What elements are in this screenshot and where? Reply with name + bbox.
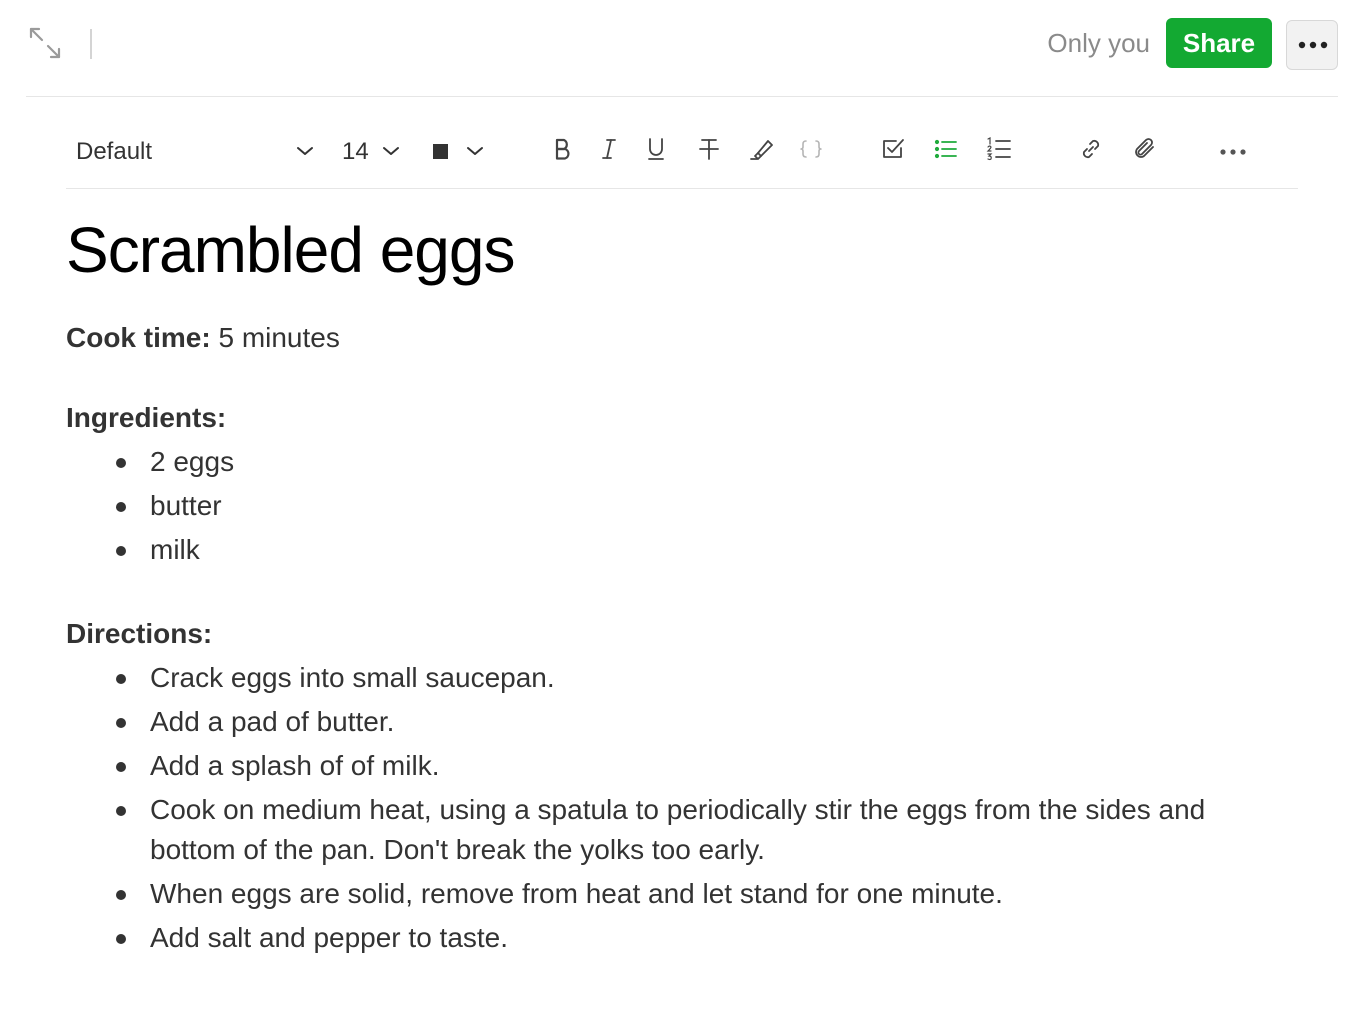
toolbar-divider	[90, 29, 92, 59]
list-item: milk	[116, 530, 1296, 570]
highlighter-icon	[750, 140, 773, 160]
list-item: 2 eggs	[116, 442, 1296, 482]
attachment-icon	[1135, 138, 1154, 158]
font-family-value: Default	[76, 138, 153, 165]
bold-icon	[555, 138, 570, 160]
highlight-button[interactable]	[749, 136, 775, 162]
font-size-dropdown[interactable]: 14	[332, 132, 402, 170]
italic-icon	[602, 139, 616, 159]
cook-time-value: 5 minutes	[210, 322, 340, 353]
chevron-down-icon	[383, 147, 399, 155]
share-status-label: Only you	[1047, 28, 1150, 58]
cook-time-line: Cook time: 5 minutes	[66, 320, 340, 356]
text-color-dropdown[interactable]	[426, 132, 486, 170]
directions-heading: Directions:	[66, 618, 213, 649]
attach-file-button[interactable]	[1132, 136, 1158, 162]
list-item: Crack eggs into small saucepan.	[116, 658, 1296, 698]
bold-button[interactable]	[550, 136, 576, 162]
expand-icon[interactable]	[26, 24, 64, 62]
note-editor[interactable]: Scrambled eggs Cook time: 5 minutes Ingr…	[66, 210, 1298, 953]
list-item: Add salt and pepper to taste.	[116, 918, 1296, 958]
underline-icon	[648, 138, 664, 160]
underline-button[interactable]	[643, 136, 669, 162]
share-button[interactable]: Share	[1166, 18, 1272, 68]
code-block-button[interactable]	[798, 136, 824, 162]
text-color-swatch	[433, 144, 448, 159]
list-item: Add a splash of of milk.	[116, 746, 1296, 786]
checklist-icon	[883, 139, 904, 158]
cook-time-label: Cook time:	[66, 322, 211, 353]
checklist-button[interactable]	[880, 136, 906, 162]
strikethrough-button[interactable]	[696, 136, 722, 162]
link-icon	[1082, 139, 1100, 159]
more-horizontal-icon	[1220, 149, 1246, 155]
strikethrough-icon	[699, 139, 719, 160]
italic-button[interactable]	[596, 136, 622, 162]
insert-link-button[interactable]	[1078, 136, 1104, 162]
ingredients-list: 2 eggs butter milk	[116, 442, 1296, 574]
more-formatting-button[interactable]	[1220, 144, 1246, 155]
note-title[interactable]: Scrambled eggs	[66, 210, 1298, 290]
list-item: butter	[116, 486, 1296, 526]
note-header: Only you Share	[26, 0, 1338, 97]
bulleted-list-button[interactable]	[933, 136, 959, 162]
list-item: Cook on medium heat, using a spatula to …	[116, 790, 1296, 870]
list-item: Add a pad of butter.	[116, 702, 1296, 742]
more-horizontal-icon	[1298, 41, 1328, 49]
chevron-down-icon	[467, 147, 483, 155]
ingredients-heading: Ingredients:	[66, 402, 227, 433]
font-size-value: 14	[342, 138, 369, 165]
numbered-list-button[interactable]	[986, 136, 1012, 162]
code-block-icon	[800, 140, 822, 158]
chevron-down-icon	[297, 147, 313, 155]
bulleted-list-icon	[934, 139, 957, 159]
more-options-button[interactable]	[1286, 20, 1338, 70]
directions-list: Crack eggs into small saucepan. Add a pa…	[116, 658, 1296, 962]
formatting-toolbar: Default 14	[66, 112, 1298, 189]
list-item: When eggs are solid, remove from heat an…	[116, 874, 1296, 914]
font-family-dropdown[interactable]: Default	[66, 132, 316, 170]
numbered-list-icon	[986, 137, 1011, 161]
